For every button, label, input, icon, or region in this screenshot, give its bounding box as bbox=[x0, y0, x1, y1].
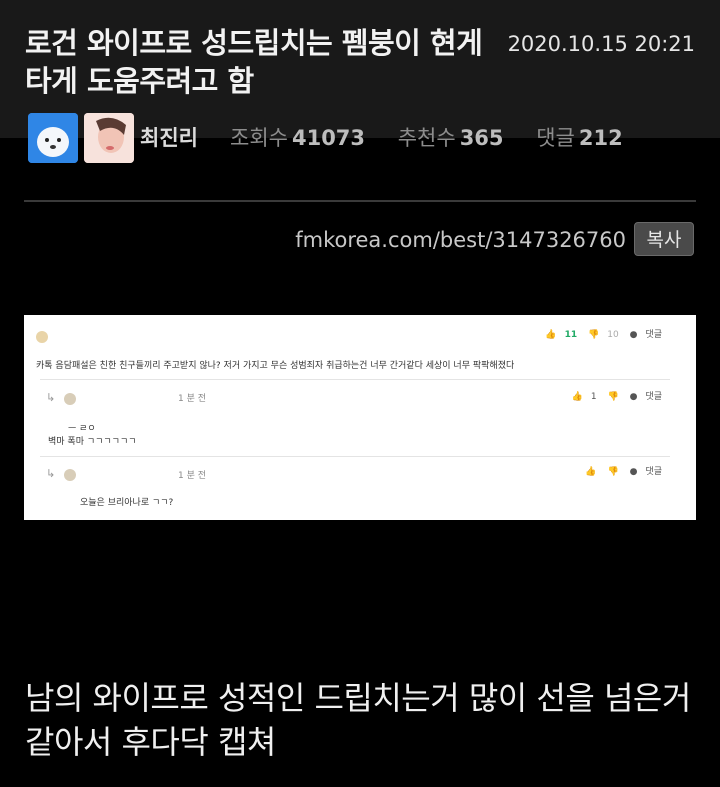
reply-icon[interactable]: ● bbox=[630, 392, 638, 402]
embedded-screenshot: 👍 11 👎 10 ● 댓글 카톡 음담패설은 친한 친구들끼리 주고받지 않나? 저… bbox=[24, 315, 696, 520]
replier-avatar-icon bbox=[64, 469, 76, 481]
comment-text: 카톡 음담패설은 친한 친구들끼리 주고받지 않나? 저거 가지고 무슨 성범죄… bbox=[36, 361, 515, 371]
reply-time: 1 분 전 bbox=[178, 394, 207, 404]
copy-button[interactable]: 복사 bbox=[634, 222, 694, 256]
reply-text: 오늘은 브리아나로 ㄱㄱ? bbox=[80, 498, 174, 508]
thumbs-down-icon[interactable]: 👎 bbox=[588, 330, 599, 340]
post-body-text: 남의 와이프로 성적인 드립치는거 많이 선을 넘은거 같아서 후다닥 캡쳐 bbox=[25, 679, 691, 761]
reply-label[interactable]: 댓글 bbox=[645, 392, 662, 402]
reply-actions: 👍 1 👎 ● 댓글 bbox=[564, 389, 662, 402]
recommend-count: 365 bbox=[459, 126, 504, 150]
reply-text-line1: ㅡ ㄹㅇ bbox=[68, 424, 96, 434]
post-stats: 조회수 41073 추천수 365 댓글 212 bbox=[230, 122, 649, 152]
recommend-label: 추천수 bbox=[397, 126, 456, 150]
views-count: 41073 bbox=[291, 126, 366, 150]
reply-time: 1 분 전 bbox=[178, 471, 207, 481]
reply-icon[interactable]: ● bbox=[630, 330, 638, 340]
post-title: 로건 와이프로 성드립치는 펨붕이 현게 타게 도움주려고 함 bbox=[25, 26, 483, 98]
author-avatar-icon[interactable] bbox=[28, 113, 78, 163]
thumbs-up-icon[interactable]: 👍 bbox=[585, 467, 596, 477]
thumbs-down-icon[interactable]: 👎 bbox=[607, 392, 618, 402]
reply-label[interactable]: 댓글 bbox=[645, 467, 662, 477]
comments-count: 212 bbox=[578, 126, 623, 150]
comment-down-count: 10 bbox=[607, 330, 619, 340]
reply-label[interactable]: 댓글 bbox=[645, 330, 662, 340]
comments-label: 댓글 bbox=[536, 126, 575, 150]
author-name[interactable]: 최진리 bbox=[140, 122, 198, 152]
level-badge-icon bbox=[84, 113, 134, 163]
reply-up-count: 1 bbox=[590, 392, 597, 402]
thumbs-up-icon[interactable]: 👍 bbox=[572, 392, 583, 402]
reply-icon[interactable]: ● bbox=[630, 467, 638, 477]
commenter-avatar-icon bbox=[36, 331, 48, 343]
views-label: 조회수 bbox=[230, 126, 288, 150]
share-url[interactable]: fmkorea.com/best/3147326760 bbox=[295, 228, 626, 252]
reply-arrow-icon: ↳ bbox=[46, 467, 56, 480]
replier-avatar-icon bbox=[64, 393, 76, 405]
comment-actions: 👍 11 👎 10 ● 댓글 bbox=[537, 327, 662, 340]
comment-separator bbox=[40, 379, 670, 380]
reply-text-line2: 벽마 폭마 ㄱㄱㄱㄱㄱㄱ bbox=[48, 437, 137, 447]
comment-up-count: 11 bbox=[564, 330, 578, 340]
thumbs-down-icon[interactable]: 👎 bbox=[607, 467, 618, 477]
reply-actions: 👍 👎 ● 댓글 bbox=[577, 464, 662, 477]
reply-arrow-icon: ↳ bbox=[46, 391, 56, 404]
thumbs-up-icon[interactable]: 👍 bbox=[545, 330, 556, 340]
post-date: 2020.10.15 20:21 bbox=[507, 32, 695, 56]
comment-separator bbox=[40, 456, 670, 457]
header-divider bbox=[24, 200, 696, 202]
